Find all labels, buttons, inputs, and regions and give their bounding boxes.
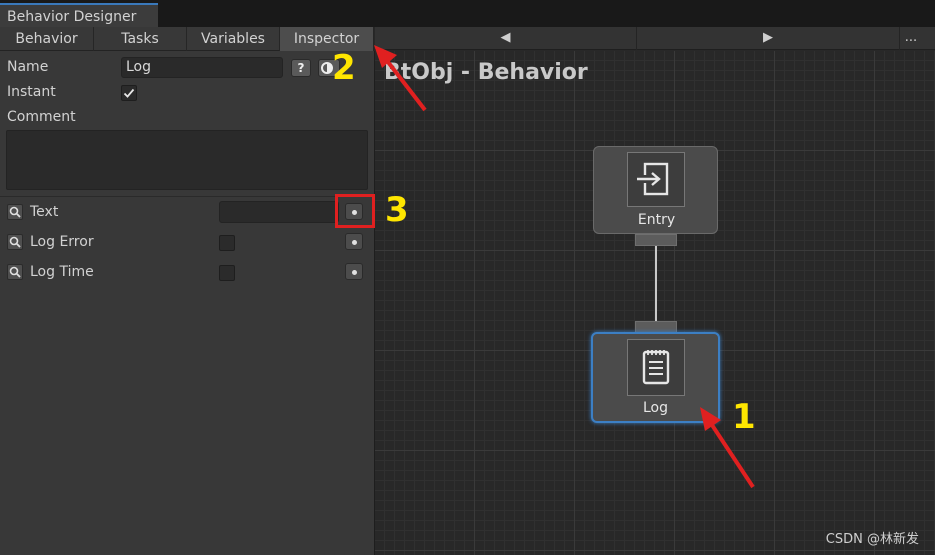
arrow-line [710,423,755,489]
arrow-line [386,60,427,112]
arrow-head [374,45,397,68]
arrow-head [700,407,721,431]
annotation-arrows [374,45,755,489]
